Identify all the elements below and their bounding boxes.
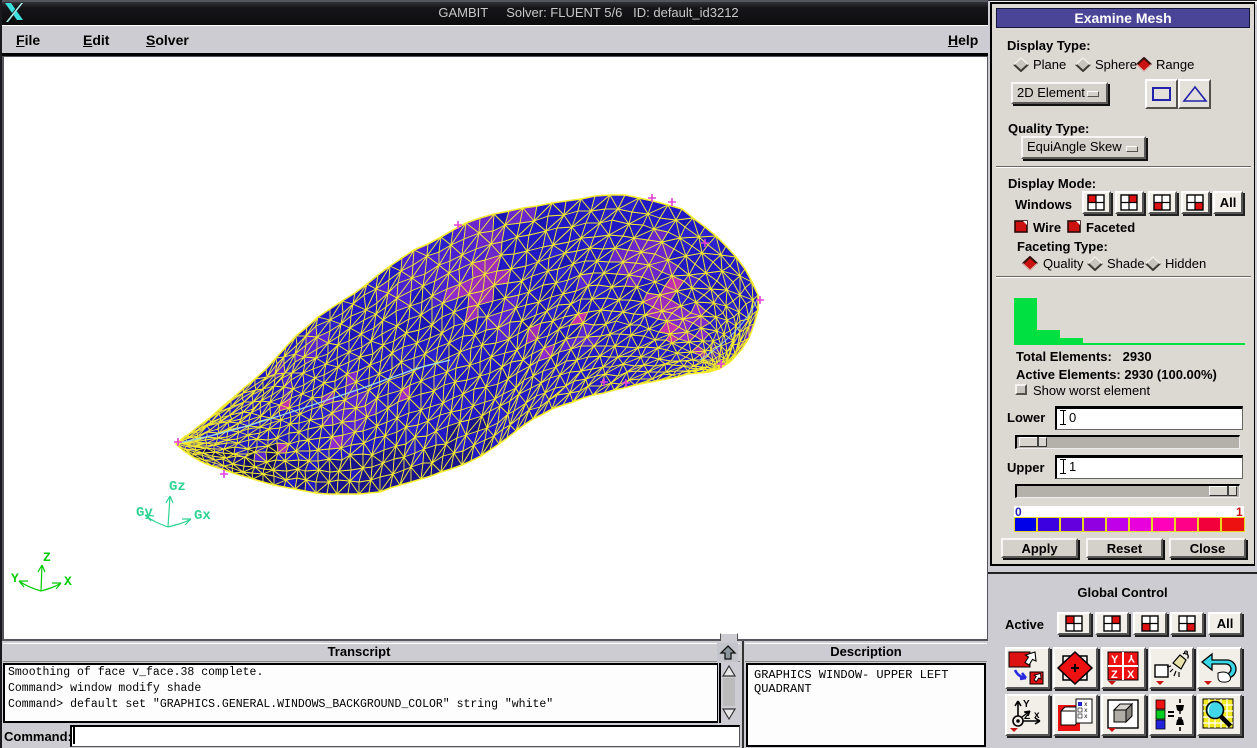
svg-text:Y: Y — [11, 571, 19, 586]
svg-text:x: x — [1084, 713, 1088, 720]
svg-text:Y: Y — [1023, 699, 1030, 710]
svg-text:Gy: Gy — [136, 505, 153, 521]
svg-text:x: x — [1034, 710, 1040, 721]
svg-text:Z: Z — [1024, 711, 1030, 722]
svg-text:Gz: Gz — [169, 479, 186, 495]
svg-text:X: X — [1127, 669, 1135, 681]
svg-text:Z: Z — [43, 550, 51, 565]
svg-text:X: X — [64, 574, 72, 589]
svg-text:Gx: Gx — [194, 508, 211, 524]
svg-text:Y: Y — [1127, 652, 1135, 664]
svg-text:Y: Y — [1111, 654, 1119, 666]
svg-text:Z: Z — [1111, 669, 1118, 681]
